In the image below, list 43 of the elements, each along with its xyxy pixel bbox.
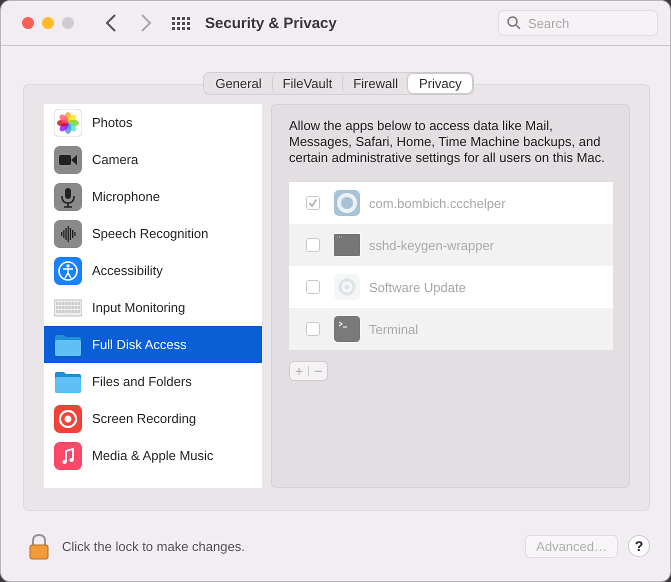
sidebar-item[interactable]: Accessibility xyxy=(44,252,262,289)
lock-hint-text: Click the lock to make changes. xyxy=(62,538,245,554)
description-text: Allow the apps below to access data like Mail, Messages, Safari, Home, Time Machine backups, and certain administrative settings for all users on this Mac. xyxy=(289,118,606,166)
checkbox[interactable] xyxy=(306,322,320,336)
app-name: com.bombich.ccchelper xyxy=(369,196,506,210)
close-button[interactable] xyxy=(22,17,34,29)
checkbox[interactable] xyxy=(306,280,320,294)
search-field[interactable]: Search xyxy=(498,10,658,36)
checkbox[interactable] xyxy=(306,238,320,252)
camera-icon xyxy=(54,146,82,174)
app-name: sshd-keygen-wrapper xyxy=(369,238,494,252)
app-icon xyxy=(334,190,360,216)
tab[interactable]: Privacy xyxy=(408,74,472,93)
waveform-icon xyxy=(54,220,82,248)
sidebar-item[interactable]: Media & Apple Music xyxy=(44,437,262,474)
sidebar-item[interactable]: Speech Recognition xyxy=(44,215,262,252)
sidebar-item[interactable]: Full Disk Access xyxy=(44,326,262,363)
accessibility-icon xyxy=(54,256,82,284)
flower-icon xyxy=(54,108,82,136)
checkbox[interactable] xyxy=(306,196,320,210)
back-icon[interactable] xyxy=(105,14,117,32)
grid-icon[interactable] xyxy=(172,16,190,30)
sidebar-item[interactable]: Microphone xyxy=(44,178,262,215)
app-name: Terminal xyxy=(369,322,418,336)
window-title: Security & Privacy xyxy=(205,14,337,32)
forward-icon[interactable] xyxy=(140,14,152,32)
help-button[interactable]: ? xyxy=(628,535,650,557)
sidebar-item[interactable]: Input Monitoring xyxy=(44,289,262,326)
sidebar-item[interactable]: Photos xyxy=(44,104,262,141)
sidebar-item[interactable]: Screen Recording xyxy=(44,400,262,437)
app-name: Software Update xyxy=(369,280,466,294)
microphone-icon xyxy=(54,182,82,210)
tab[interactable]: General xyxy=(205,74,272,93)
minimize-button[interactable] xyxy=(42,17,54,29)
terminal-icon xyxy=(334,232,360,258)
music-note-icon xyxy=(54,442,82,470)
zoom-button[interactable] xyxy=(62,17,74,29)
terminal-icon xyxy=(334,316,360,342)
record-icon xyxy=(54,404,82,432)
sidebar-item[interactable]: Files and Folders xyxy=(44,363,262,400)
sidebar-item[interactable]: Camera xyxy=(44,141,262,178)
tab[interactable]: FileVault xyxy=(272,74,342,93)
padlock-icon[interactable] xyxy=(28,532,50,560)
